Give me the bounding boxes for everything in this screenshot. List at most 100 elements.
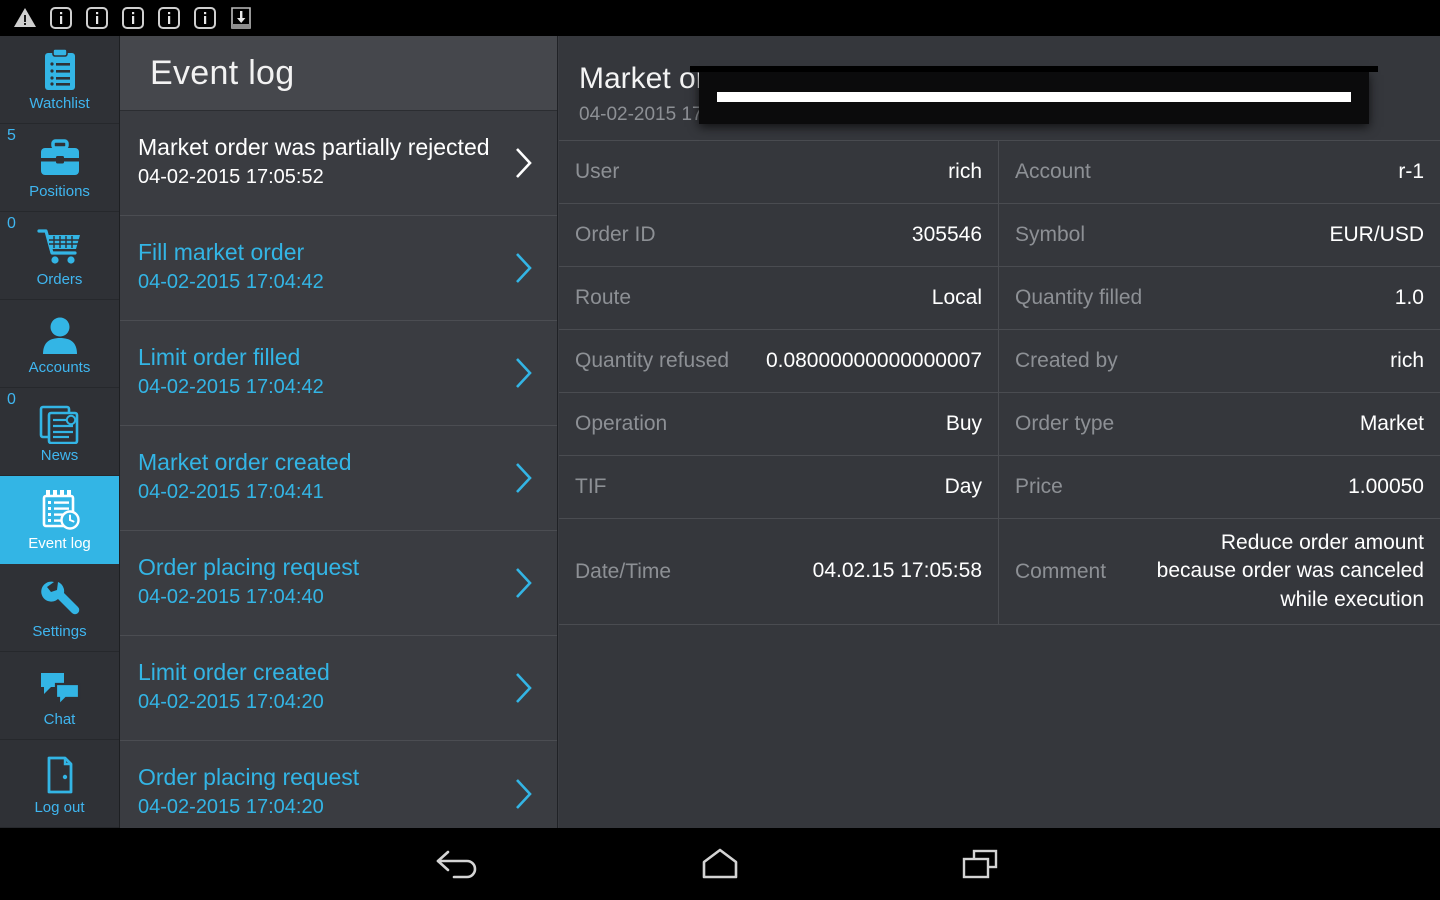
- table-cell: Order type Market: [999, 393, 1440, 455]
- sidebar-item-settings[interactable]: Settings: [0, 564, 119, 652]
- list-item[interactable]: Limit order created 04-02-2015 17:04:20: [120, 636, 557, 741]
- list-item[interactable]: Order placing request 04-02-2015 17:04:4…: [120, 531, 557, 636]
- field-value: 1.00050: [1348, 474, 1424, 498]
- sidebar-item-chat[interactable]: Chat: [0, 652, 119, 740]
- table-row: Quantity refused 0.08000000000000007 Cre…: [559, 330, 1440, 393]
- table-cell: User rich: [559, 141, 999, 203]
- eventlog-icon: [38, 488, 82, 532]
- info-icon-5: [192, 5, 218, 31]
- warning-icon: [12, 5, 38, 31]
- table-cell: Quantity filled 1.0: [999, 267, 1440, 329]
- event-title: Fill market order: [138, 239, 305, 265]
- sidebar-item-log-out[interactable]: Log out: [0, 740, 119, 828]
- event-title: Order placing request: [138, 554, 360, 580]
- field-value: Local: [931, 285, 982, 309]
- table-row: TIF Day Price 1.00050: [559, 456, 1440, 519]
- field-value: EUR/USD: [1329, 222, 1424, 246]
- table-row: Order ID 305546 Symbol EUR/USD: [559, 204, 1440, 267]
- field-value: r-1: [1398, 159, 1424, 183]
- table-row: Date/Time 04.02.15 17:05:58 Comment Redu…: [559, 519, 1440, 626]
- table-row: User rich Account r-1: [559, 141, 1440, 204]
- sidebar-item-label: Orders: [36, 271, 83, 288]
- sidebar-item-label: Accounts: [28, 359, 91, 376]
- sidebar-item-event-log[interactable]: Event log: [0, 476, 119, 564]
- table-cell: Date/Time 04.02.15 17:05:58: [559, 519, 999, 625]
- event-title: Limit order created: [138, 659, 330, 685]
- table-cell: TIF Day: [559, 456, 999, 518]
- table-cell: Price 1.00050: [999, 456, 1440, 518]
- sidebar-item-news[interactable]: 0 News: [0, 388, 119, 476]
- table-cell: Operation Buy: [559, 393, 999, 455]
- field-label: Date/Time: [575, 559, 672, 583]
- event-date: 04-02-2015 17:04:41: [138, 481, 324, 504]
- event-title: Market order created: [138, 449, 352, 475]
- field-label: Operation: [575, 412, 668, 435]
- chevron-right-icon: [513, 460, 535, 496]
- table-row: Route Local Quantity filled 1.0: [559, 267, 1440, 330]
- overlay-divider-bar: [717, 92, 1351, 102]
- list-item[interactable]: Market order was partially rejected 04-0…: [120, 111, 557, 216]
- info-icon-3: [120, 5, 146, 31]
- event-date: 04-02-2015 17:04:20: [138, 796, 324, 819]
- sidebar-item-label: Chat: [43, 711, 76, 728]
- sidebar-item-positions[interactable]: 5 Positions: [0, 124, 119, 212]
- table-cell: Symbol EUR/USD: [999, 204, 1440, 266]
- chevron-right-icon: [513, 670, 535, 706]
- orders-badge: 0: [7, 215, 16, 232]
- logout-icon: [40, 752, 80, 796]
- sidebar-item-label: Watchlist: [29, 95, 90, 112]
- field-label: Comment: [1015, 559, 1107, 583]
- recents-button[interactable]: [950, 840, 1010, 888]
- list-item[interactable]: Order placing request 04-02-2015 17:04:2…: [120, 741, 557, 828]
- sidebar-item-label: Event log: [28, 535, 91, 552]
- event-date: 04-02-2015 17:04:40: [138, 586, 324, 609]
- status-bar: [0, 0, 1440, 36]
- field-value: 04.02.15 17:05:58: [812, 559, 982, 583]
- positions-badge: 5: [7, 127, 16, 144]
- event-date: 04-02-2015 17:04:42: [138, 271, 324, 294]
- field-label: User: [575, 160, 620, 183]
- event-title: Order placing request: [138, 764, 360, 790]
- event-date: 04-02-2015 17:05:52: [138, 166, 324, 189]
- download-icon: [228, 5, 254, 31]
- list-item[interactable]: Fill market order 04-02-2015 17:04:42: [120, 216, 557, 321]
- event-title: Limit order filled: [138, 344, 301, 370]
- field-value: Reduce order amount because order was ca…: [1156, 531, 1424, 611]
- field-label: Price: [1015, 475, 1063, 498]
- event-date: 04-02-2015 17:04:20: [138, 691, 324, 714]
- news-badge: 0: [7, 391, 16, 408]
- table-cell: Comment Reduce order amount because orde…: [999, 519, 1440, 624]
- field-value: Day: [944, 474, 982, 498]
- table-cell: Route Local: [559, 267, 999, 329]
- event-list[interactable]: Market order was partially rejected 04-0…: [120, 111, 557, 828]
- event-title: Market order was partially rejected: [138, 134, 490, 160]
- wrench-icon: [39, 576, 81, 620]
- notification-overlay-panel[interactable]: [690, 66, 1378, 124]
- sidebar-item-label: Log out: [34, 799, 85, 816]
- info-icon-2: [84, 5, 110, 31]
- table-row: Operation Buy Order type Market: [559, 393, 1440, 456]
- sidebar-item-label: Settings: [32, 623, 87, 640]
- news-icon: [38, 400, 82, 444]
- person-icon: [40, 312, 80, 356]
- clipboard-icon: [40, 48, 80, 92]
- field-label: TIF: [575, 475, 607, 498]
- field-label: Order ID: [575, 223, 656, 246]
- event-list-header: Event log: [120, 36, 557, 111]
- back-button[interactable]: [430, 840, 490, 888]
- table-cell: Quantity refused 0.08000000000000007: [559, 330, 999, 392]
- field-value: Buy: [945, 411, 982, 435]
- list-item[interactable]: Market order created 04-02-2015 17:04:41: [120, 426, 557, 531]
- detail-table: User rich Account r-1 Order ID 305546 Sy…: [559, 140, 1440, 626]
- sidebar-item-watchlist[interactable]: Watchlist: [0, 36, 119, 124]
- field-label: Symbol: [1015, 223, 1086, 246]
- chevron-right-icon: [513, 776, 535, 812]
- cart-icon: [36, 224, 83, 268]
- sidebar-item-accounts[interactable]: Accounts: [0, 300, 119, 388]
- home-button[interactable]: [690, 840, 750, 888]
- sidebar-item-orders[interactable]: 0 Orders: [0, 212, 119, 300]
- list-item[interactable]: Limit order filled 04-02-2015 17:04:42: [120, 321, 557, 426]
- app-root: Watchlist 5 Positions 0 Orders Accounts …: [0, 0, 1440, 900]
- table-cell: Account r-1: [999, 141, 1440, 203]
- event-date: 04-02-2015 17:04:42: [138, 376, 324, 399]
